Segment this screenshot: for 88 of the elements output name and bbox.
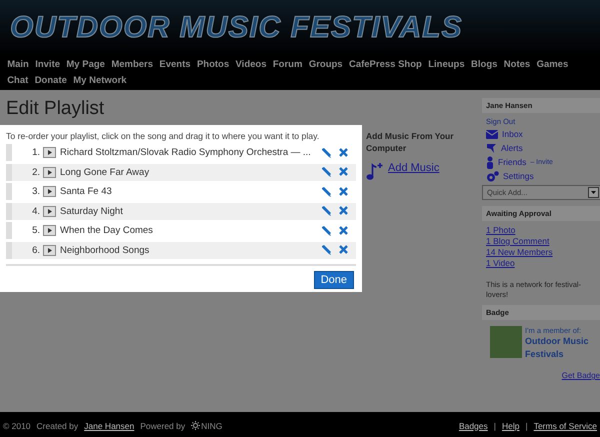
pencil-icon[interactable] — [321, 186, 331, 196]
nav-link[interactable]: My Network — [70, 73, 130, 89]
play-button[interactable] — [43, 166, 56, 178]
play-button[interactable] — [43, 186, 56, 197]
close-icon[interactable] — [339, 186, 348, 196]
track-number: 3. — [31, 186, 41, 197]
track-title: Neighborhood Songs — [60, 244, 150, 256]
nav-link[interactable]: Lineups — [425, 57, 468, 73]
sidebar-link[interactable]: Settings — [503, 171, 534, 181]
track-title: Long Gone Far Away — [60, 166, 150, 178]
sidebar-link[interactable]: Alerts — [501, 143, 523, 153]
track-number: 2. — [31, 166, 41, 178]
done-button[interactable]: Done — [314, 271, 354, 289]
close-icon[interactable] — [339, 148, 348, 156]
play-button[interactable] — [43, 147, 56, 158]
nav-link[interactable]: Donate — [32, 73, 70, 89]
footer-link[interactable]: Badges — [458, 420, 488, 430]
nav-link[interactable]: Events — [156, 57, 194, 73]
nav-link[interactable]: Blogs — [468, 57, 501, 73]
approval-link[interactable]: 14 New Members — [486, 247, 598, 257]
flag-icon — [486, 142, 497, 154]
music-note-plus-icon — [366, 162, 384, 180]
sun-icon — [191, 421, 200, 430]
nav-link[interactable]: CafePress Shop — [346, 57, 426, 73]
play-button[interactable] — [43, 244, 56, 256]
pencil-icon[interactable] — [321, 148, 331, 158]
nav-link[interactable]: My Page — [63, 57, 108, 73]
get-badge-link[interactable]: Get Badge — [562, 371, 600, 380]
nav-link[interactable]: Main — [4, 57, 32, 73]
pencil-icon[interactable] — [321, 206, 331, 216]
add-music-link[interactable]: Add Music — [388, 162, 440, 174]
track-title: Santa Fe 43 — [60, 186, 113, 197]
person-icon — [486, 156, 494, 168]
track-row[interactable]: 6. Neighborhood Songs — [6, 242, 356, 258]
track-number: 5. — [31, 225, 41, 236]
track-title: Richard Stoltzman/Slovak Radio Symphony Orchestra — ... — [60, 147, 312, 158]
approval-link[interactable]: 1 Photo — [486, 225, 598, 235]
play-button[interactable] — [43, 225, 56, 236]
play-icon — [48, 189, 52, 194]
created-by-label: Created by — [36, 420, 78, 430]
close-icon[interactable] — [339, 167, 348, 176]
nav-link[interactable]: Groups — [306, 57, 346, 73]
approval-link[interactable]: 1 Video — [486, 258, 598, 268]
sidebar-link[interactable]: Friends — [498, 157, 526, 167]
nav-link[interactable]: Photos — [194, 57, 232, 73]
track-number: 1. — [31, 147, 41, 158]
play-icon — [48, 248, 52, 252]
nav-link[interactable]: Chat — [4, 73, 32, 89]
envelope-icon — [486, 130, 498, 138]
photo-placeholder — [490, 326, 522, 358]
track-title: When the Day Comes — [60, 225, 154, 236]
sidebar-link[interactable]: Inbox — [502, 129, 523, 139]
add-music-heading: Add Music From Your Computer — [366, 130, 455, 154]
pencil-icon[interactable] — [321, 226, 331, 236]
creator-link[interactable]: Jane Hansen — [84, 420, 134, 430]
nav-link[interactable]: Forum — [270, 57, 306, 73]
footer-link[interactable]: Terms of Service — [534, 420, 597, 430]
pencil-icon[interactable] — [321, 167, 331, 177]
close-icon[interactable] — [339, 245, 348, 254]
approval-link[interactable]: 1 Blog Comment — [486, 236, 598, 246]
nav-link[interactable]: Invite — [32, 57, 64, 73]
play-icon — [48, 170, 52, 174]
close-icon[interactable] — [339, 206, 348, 215]
track-number: 4. — [31, 206, 41, 216]
pencil-icon[interactable] — [321, 245, 331, 255]
powered-by-label: Powered by — [140, 420, 186, 430]
separator: | — [494, 420, 496, 430]
track-number: 6. — [31, 244, 41, 256]
nav-link[interactable]: Notes — [500, 57, 534, 73]
instructions: To re-order your playlist, click on the song and drag it to where you want it to play. — [5, 131, 320, 143]
track-row[interactable]: 4. Saturday Night — [6, 202, 356, 220]
nav-link[interactable]: Videos — [232, 57, 270, 73]
page-title: Edit Playlist — [5, 97, 106, 121]
play-icon — [48, 150, 52, 155]
copyright: © 2010 — [3, 420, 31, 430]
nav-link[interactable]: Games — [533, 57, 572, 73]
play-icon — [48, 208, 52, 214]
play-icon — [48, 228, 52, 233]
close-icon[interactable] — [339, 226, 348, 234]
nav-link[interactable]: Members — [108, 57, 156, 73]
footer-link[interactable]: Help — [502, 420, 520, 430]
caret-icon — [591, 191, 596, 194]
brand-name[interactable]: NING — [201, 420, 222, 430]
track-row[interactable]: 2. Long Gone Far Away — [6, 164, 356, 180]
track-title: Saturday Night — [60, 206, 124, 216]
play-button[interactable] — [43, 206, 56, 216]
separator: | — [525, 420, 528, 430]
gears-icon — [486, 170, 499, 182]
